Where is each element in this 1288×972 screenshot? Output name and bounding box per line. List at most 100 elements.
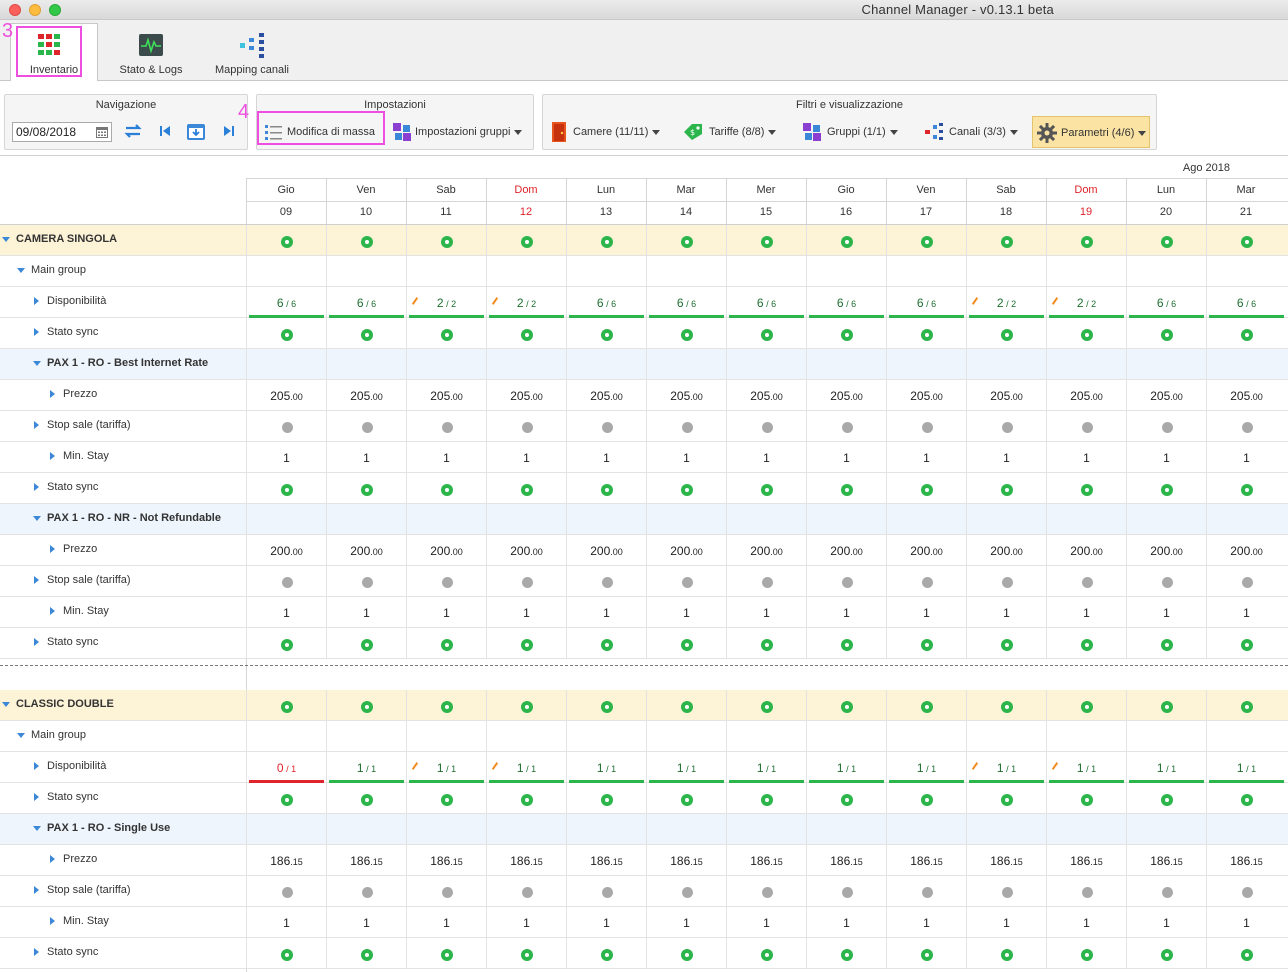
- row-label[interactable]: Main group: [17, 264, 86, 276]
- grid-cell[interactable]: 200.00: [806, 535, 886, 566]
- grid-cell[interactable]: 1: [566, 907, 646, 938]
- grid-cell[interactable]: [646, 256, 726, 287]
- grid-cell[interactable]: [886, 566, 966, 597]
- grid-cell[interactable]: [646, 473, 726, 504]
- grid-cell[interactable]: 200.00: [326, 535, 406, 566]
- grid-cell[interactable]: 1: [486, 907, 566, 938]
- row-label[interactable]: Prezzo: [50, 543, 97, 555]
- grid-cell[interactable]: [566, 566, 646, 597]
- grid-cell[interactable]: 1: [806, 907, 886, 938]
- rate-row[interactable]: PAX 1 - RO - Best Internet Rate: [0, 349, 1288, 380]
- grid-cell[interactable]: 1: [726, 442, 806, 473]
- params-filter-dropdown[interactable]: Parametri (4/6): [1032, 116, 1150, 148]
- row-label[interactable]: Min. Stay: [50, 450, 109, 462]
- grid-cell[interactable]: [1126, 566, 1206, 597]
- grid-cell[interactable]: 186.15: [1126, 845, 1206, 876]
- grid-cell[interactable]: [406, 876, 486, 907]
- grid-cell[interactable]: [1126, 690, 1206, 721]
- grid-cell[interactable]: [326, 876, 406, 907]
- grid-cell[interactable]: [726, 876, 806, 907]
- grid-cell[interactable]: [1206, 318, 1286, 349]
- grid-cell[interactable]: [406, 225, 486, 256]
- parameter-row[interactable]: Prezzo 200.00 200.00 200.00 200.00 200.00 200.…: [0, 535, 1288, 566]
- grid-cell[interactable]: [406, 628, 486, 659]
- grid-cell[interactable]: [566, 504, 646, 535]
- grid-cell[interactable]: [1126, 256, 1206, 287]
- grid-cell[interactable]: [966, 349, 1046, 380]
- grid-cell[interactable]: [806, 783, 886, 814]
- grid-cell[interactable]: 1: [1206, 597, 1286, 628]
- grid-cell[interactable]: [486, 690, 566, 721]
- grid-cell[interactable]: 1: [1206, 907, 1286, 938]
- grid-cell[interactable]: 2 / 2: [966, 287, 1046, 318]
- grid-cell[interactable]: [806, 473, 886, 504]
- grid-cell[interactable]: 6 / 6: [1126, 287, 1206, 318]
- grid-cell[interactable]: [326, 504, 406, 535]
- expand-down-icon[interactable]: [33, 825, 41, 831]
- expand-down-icon[interactable]: [17, 267, 25, 273]
- row-label[interactable]: Stop sale (tariffa): [34, 884, 131, 896]
- grid-cell[interactable]: 1: [726, 597, 806, 628]
- grid-cell[interactable]: [246, 411, 326, 442]
- grid-cell[interactable]: [486, 814, 566, 845]
- grid-cell[interactable]: [486, 628, 566, 659]
- grid-cell[interactable]: 186.15: [726, 845, 806, 876]
- grid-cell[interactable]: [806, 938, 886, 969]
- grid-cell[interactable]: [406, 690, 486, 721]
- grid-cell[interactable]: 200.00: [886, 535, 966, 566]
- grid-cell[interactable]: [646, 814, 726, 845]
- grid-cell[interactable]: [1126, 628, 1206, 659]
- grid-cell[interactable]: [486, 721, 566, 752]
- grid-cell[interactable]: 1 / 1: [406, 752, 486, 783]
- grid-cell[interactable]: [1126, 783, 1206, 814]
- groups-filter-dropdown[interactable]: Gruppi (1/1): [803, 121, 898, 143]
- grid-cell[interactable]: [486, 225, 566, 256]
- grid-cell[interactable]: [406, 938, 486, 969]
- grid-cell[interactable]: [246, 814, 326, 845]
- grid-cell[interactable]: [406, 349, 486, 380]
- grid-cell[interactable]: [1206, 411, 1286, 442]
- grid-cell[interactable]: [1206, 814, 1286, 845]
- grid-cell[interactable]: [806, 876, 886, 907]
- grid-cell[interactable]: 186.15: [1046, 845, 1126, 876]
- row-label[interactable]: Stato sync: [34, 481, 98, 493]
- grid-cell[interactable]: [646, 876, 726, 907]
- grid-cell[interactable]: 1 / 1: [806, 752, 886, 783]
- grid-cell[interactable]: [1126, 938, 1206, 969]
- grid-cell[interactable]: [806, 566, 886, 597]
- grid-cell[interactable]: 205.00: [966, 380, 1046, 411]
- row-label[interactable]: Stato sync: [34, 326, 98, 338]
- grid-cell[interactable]: [1206, 876, 1286, 907]
- grid-cell[interactable]: [486, 876, 566, 907]
- grid-cell[interactable]: [406, 504, 486, 535]
- grid-cell[interactable]: 186.15: [806, 845, 886, 876]
- grid-cell[interactable]: 1: [406, 907, 486, 938]
- grid-cell[interactable]: [726, 628, 806, 659]
- grid-cell[interactable]: [566, 318, 646, 349]
- grid-cell[interactable]: [886, 349, 966, 380]
- group-row[interactable]: Main group: [0, 256, 1288, 287]
- grid-cell[interactable]: [1046, 938, 1126, 969]
- grid-cell[interactable]: 1: [326, 597, 406, 628]
- grid-cell[interactable]: 1: [1046, 907, 1126, 938]
- grid-cell[interactable]: 6 / 6: [566, 287, 646, 318]
- grid-cell[interactable]: 1 / 1: [726, 752, 806, 783]
- grid-cell[interactable]: [1126, 349, 1206, 380]
- expand-right-icon[interactable]: [34, 793, 39, 802]
- grid-cell[interactable]: [806, 349, 886, 380]
- parameter-row[interactable]: Prezzo 186.15 186.15 186.15 186.15 186.15 186.…: [0, 845, 1288, 876]
- grid-cell[interactable]: [326, 814, 406, 845]
- grid-cell[interactable]: 6 / 6: [326, 287, 406, 318]
- grid-cell[interactable]: [806, 225, 886, 256]
- grid-cell[interactable]: 6 / 6: [806, 287, 886, 318]
- grid-cell[interactable]: [1046, 566, 1126, 597]
- grid-cell[interactable]: [326, 721, 406, 752]
- grid-cell[interactable]: [726, 225, 806, 256]
- grid-cell[interactable]: [1046, 225, 1126, 256]
- row-label[interactable]: Stop sale (tariffa): [34, 574, 131, 586]
- today-calendar-icon[interactable]: [186, 121, 206, 141]
- go-first-icon[interactable]: [159, 124, 171, 138]
- grid-cell[interactable]: [1126, 318, 1206, 349]
- grid-cell[interactable]: [1206, 628, 1286, 659]
- grid-cell[interactable]: [246, 566, 326, 597]
